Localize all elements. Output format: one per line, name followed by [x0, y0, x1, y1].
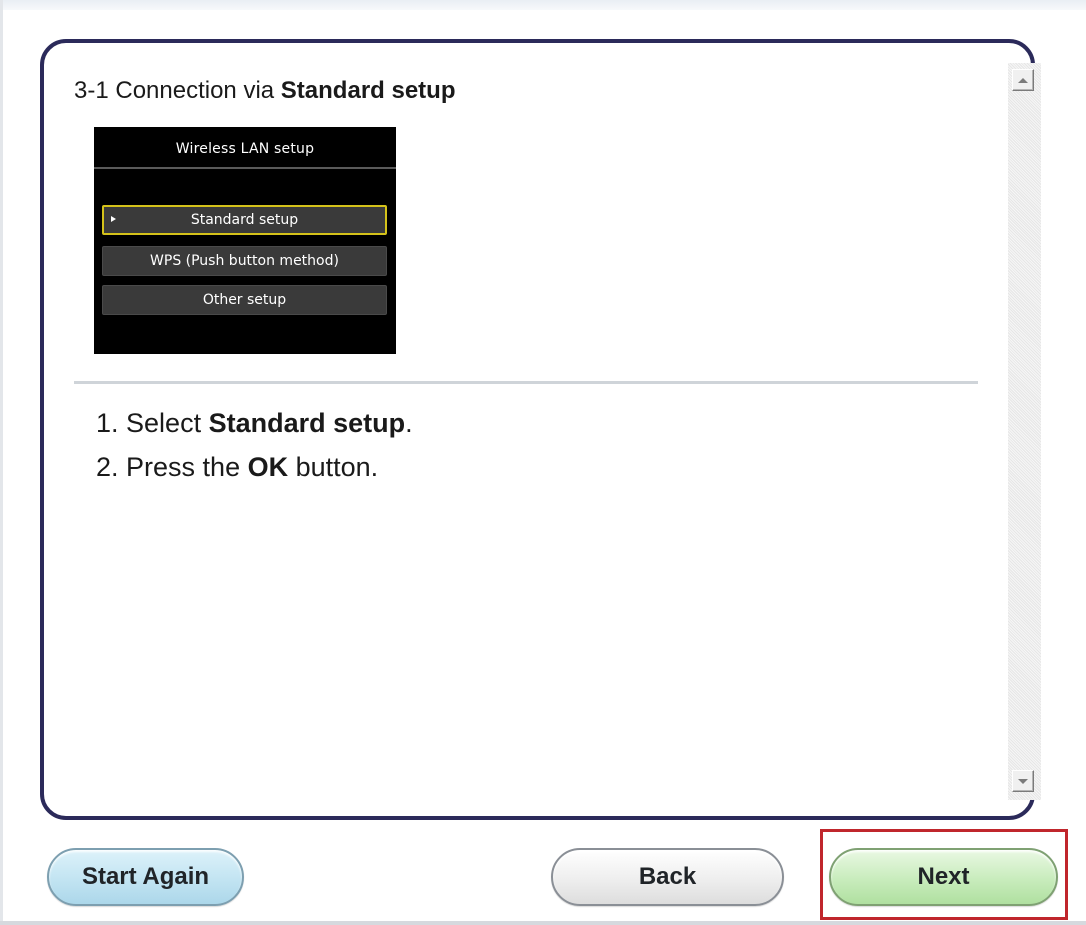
lcd-title: Wireless LAN setup	[175, 141, 315, 157]
step-text: Select	[126, 408, 209, 438]
back-button[interactable]: Back	[551, 848, 784, 906]
step-text: Press the	[126, 452, 248, 482]
lcd-menu-item-wps: WPS (Push button method)	[102, 246, 387, 276]
lcd-menu-item-standard-setup: Standard setup	[102, 205, 387, 235]
instruction-step-2: 2. Press the OK button.	[96, 452, 378, 483]
heading-emphasis: Standard setup	[280, 77, 456, 104]
scroll-up-arrow-icon	[1018, 77, 1028, 83]
window-top-strip	[0, 0, 1086, 10]
window-bottom-edge	[0, 921, 1086, 925]
section-divider	[74, 381, 978, 384]
lcd-divider	[94, 167, 396, 169]
scroll-up-button[interactable]	[1012, 69, 1034, 91]
scroll-down-arrow-icon	[1018, 778, 1028, 784]
lcd-menu-item-other-setup: Other setup	[102, 285, 387, 315]
step-emphasis: Standard setup	[208, 408, 406, 438]
section-heading: 3-1 Connection via Standard setup	[74, 77, 456, 105]
lcd-menu-item-label: Other setup	[202, 292, 287, 308]
printer-lcd-screenshot: Wireless LAN setup Standard setup WPS (P…	[94, 127, 396, 354]
heading-prefix: 3-1 Connection via	[74, 77, 281, 104]
step-number: 2.	[96, 452, 127, 482]
step-emphasis: OK	[247, 452, 289, 482]
vertical-scrollbar[interactable]	[1008, 63, 1041, 800]
next-button[interactable]: Next	[829, 848, 1058, 906]
start-again-button[interactable]: Start Again	[47, 848, 244, 906]
step-number: 1.	[96, 408, 127, 438]
window-left-edge	[0, 0, 3, 925]
scroll-down-button[interactable]	[1012, 770, 1034, 792]
instruction-step-1: 1. Select Standard setup.	[96, 408, 413, 439]
menu-cursor-icon	[111, 216, 116, 222]
step-text-end: button.	[288, 452, 379, 482]
lcd-menu-item-label: WPS (Push button method)	[150, 253, 339, 269]
lcd-menu-item-label: Standard setup	[190, 212, 299, 228]
step-text-end: .	[405, 408, 413, 438]
